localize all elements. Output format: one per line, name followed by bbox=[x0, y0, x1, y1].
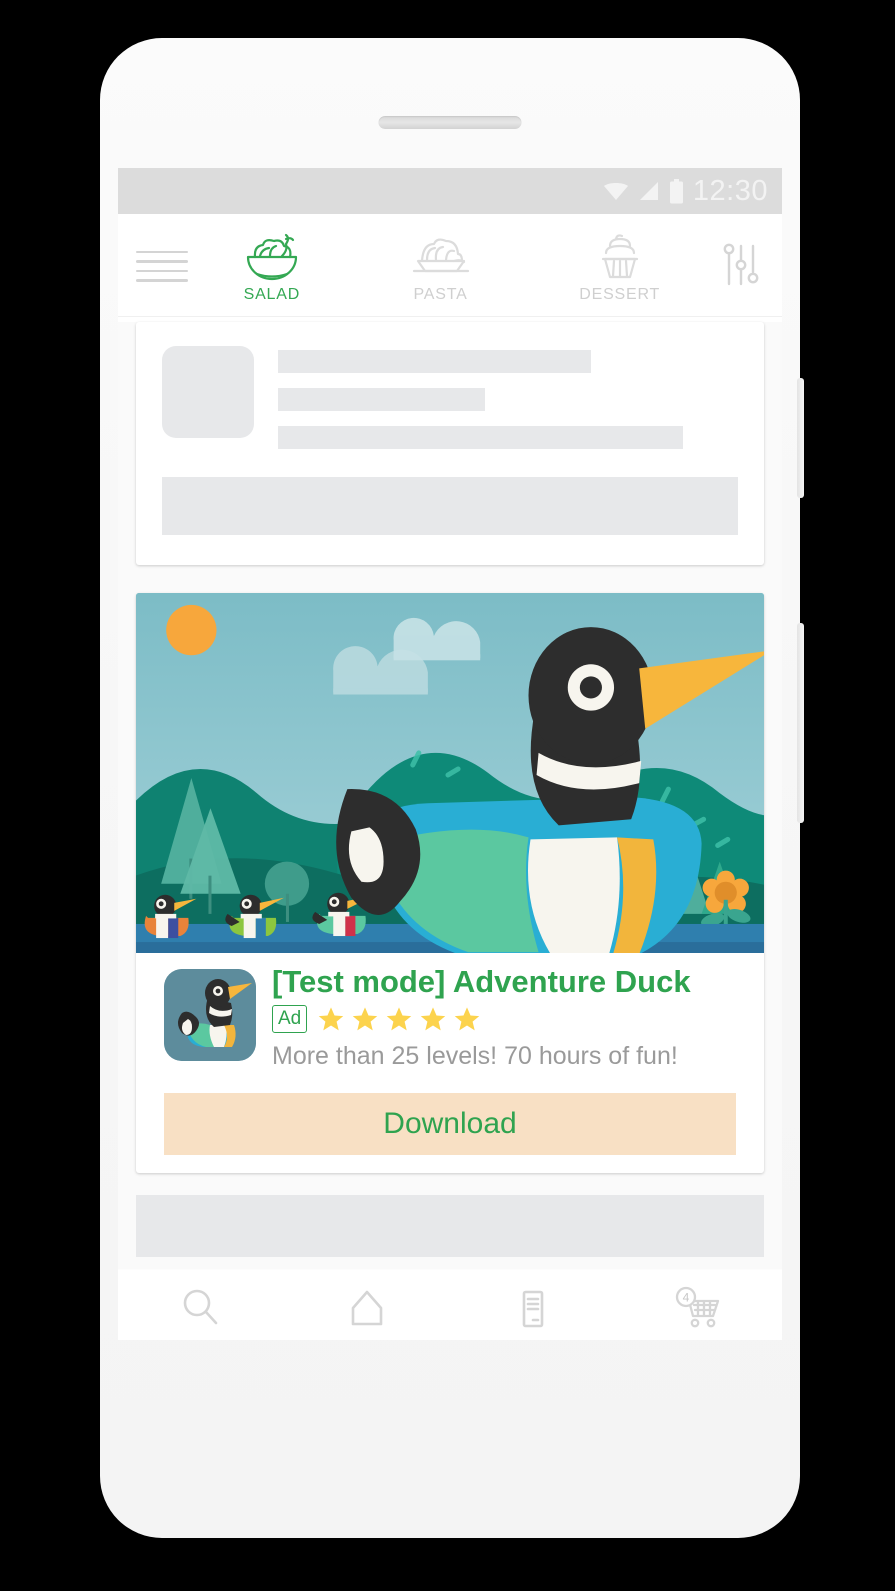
top-navigation: SALAD PASTA DESSERT bbox=[118, 214, 782, 317]
status-bar-time: 12:30 bbox=[692, 174, 768, 207]
placeholder-bar bbox=[136, 1195, 764, 1258]
phone-screen: 12:30 SALAD PASTA DESSERT [Test mode] Ad… bbox=[118, 168, 782, 1340]
tab-salad[interactable]: SALAD bbox=[242, 232, 302, 304]
speaker-grille bbox=[378, 116, 522, 129]
status-bar: 12:30 bbox=[118, 168, 782, 214]
placeholder-line bbox=[278, 426, 683, 449]
signal-icon bbox=[639, 182, 658, 200]
hamburger-menu-icon[interactable] bbox=[136, 249, 188, 282]
bottom-nav-cart[interactable]: 4 bbox=[659, 1278, 739, 1338]
ad-meta-row: Ad bbox=[272, 1005, 736, 1034]
placeholder-card bbox=[136, 322, 764, 565]
volume-button[interactable] bbox=[797, 378, 804, 498]
duck-app-icon bbox=[164, 969, 256, 1061]
download-button[interactable]: Download bbox=[164, 1093, 736, 1156]
duck-illustration bbox=[136, 593, 764, 953]
tab-dessert-label: DESSERT bbox=[579, 286, 661, 303]
category-tabs: SALAD PASTA DESSERT bbox=[188, 226, 714, 304]
placeholder-thumbnail bbox=[162, 346, 254, 438]
star-icon bbox=[387, 1007, 412, 1031]
home-icon bbox=[351, 1290, 383, 1325]
bottom-nav-home[interactable] bbox=[327, 1278, 407, 1338]
placeholder-block bbox=[162, 477, 738, 535]
ad-title: [Test mode] Adventure Duck bbox=[272, 964, 691, 999]
salad-bowl-icon bbox=[246, 233, 297, 281]
pasta-plate-icon bbox=[412, 238, 469, 273]
power-button[interactable] bbox=[797, 623, 804, 823]
ad-badge: Ad bbox=[272, 1005, 308, 1034]
bottom-nav-search[interactable] bbox=[161, 1278, 241, 1338]
bottom-nav-orders[interactable] bbox=[493, 1278, 573, 1338]
tab-dessert[interactable]: DESSERT bbox=[579, 232, 660, 304]
star-icon bbox=[353, 1007, 378, 1031]
tune-sliders-icon[interactable] bbox=[714, 242, 768, 288]
cupcake-icon bbox=[601, 234, 638, 279]
ad-content: [Test mode] Adventure Duck Ad More than … bbox=[136, 953, 764, 1071]
placeholder-line bbox=[278, 350, 591, 373]
placeholder-line bbox=[278, 388, 485, 411]
tab-pasta[interactable]: PASTA bbox=[410, 232, 472, 304]
search-icon bbox=[183, 1289, 218, 1324]
ad-card[interactable]: [Test mode] Adventure Duck Ad More than … bbox=[136, 593, 764, 1174]
wifi-icon bbox=[603, 183, 628, 200]
ad-hero-image[interactable] bbox=[136, 593, 764, 953]
tab-pasta-label: PASTA bbox=[413, 286, 468, 303]
star-icon bbox=[319, 1007, 344, 1031]
list-document-icon bbox=[522, 1290, 544, 1327]
screenshot-stage: 12:30 SALAD PASTA DESSERT [Test mode] Ad… bbox=[0, 0, 895, 1591]
ad-description: More than 25 levels! 70 hours of fun! bbox=[272, 1042, 678, 1071]
content-area: [Test mode] Adventure Duck Ad More than … bbox=[118, 322, 782, 1340]
tab-salad-label: SALAD bbox=[243, 286, 301, 303]
star-icon bbox=[421, 1007, 446, 1031]
battery-icon bbox=[669, 178, 683, 203]
cart-badge-count: 4 bbox=[683, 1290, 690, 1304]
bottom-navigation: 4 bbox=[118, 1269, 782, 1340]
shopping-cart-icon: 4 bbox=[675, 1286, 720, 1327]
star-rating bbox=[317, 1005, 481, 1033]
star-icon bbox=[455, 1007, 480, 1031]
